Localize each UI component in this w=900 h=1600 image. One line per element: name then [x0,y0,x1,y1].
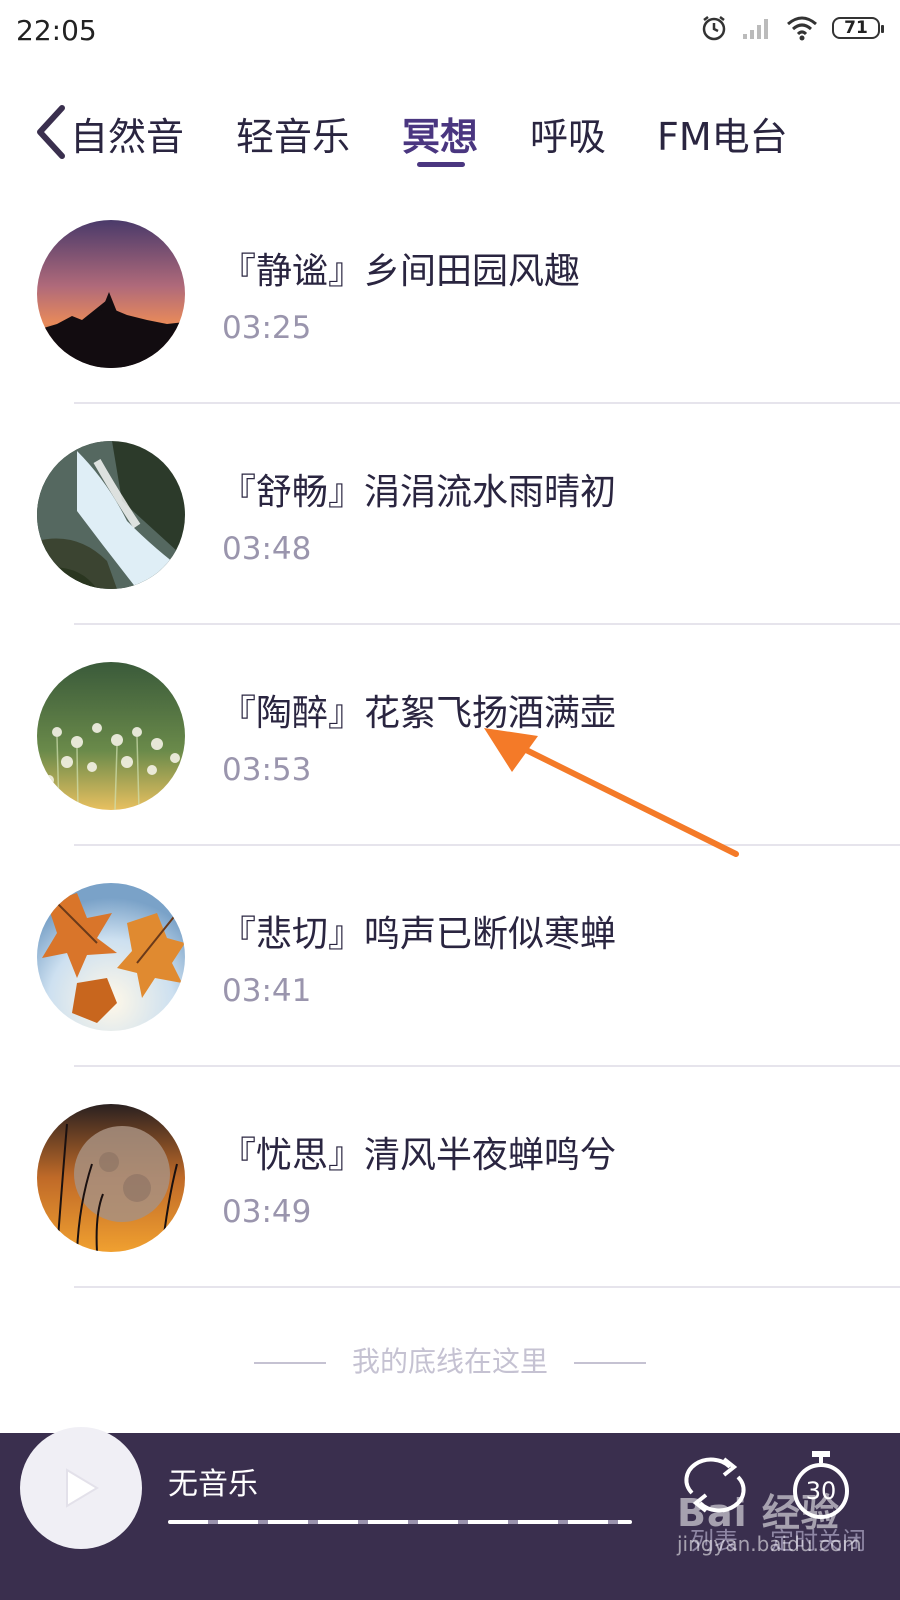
end-of-list-text: 我的底线在这里 [351,1345,548,1378]
track-duration: 03:53 [222,752,312,788]
track-cover-image [37,1104,185,1252]
track-cover-image [37,662,185,810]
signal-icon [743,19,768,39]
divider [74,1286,900,1288]
track-title: 『舒畅』涓涓流水雨晴初 [220,472,617,513]
end-divider-left [253,1362,326,1364]
category-tabs: 自然音 轻音乐 冥想 呼吸 FM电台 [0,92,900,182]
track-title: 『静谧』乡间田园风趣 [220,251,581,292]
tab-light-music[interactable]: 轻音乐 [236,106,350,161]
active-tab-indicator [417,162,465,167]
track-item[interactable]: 『忧思』清风半夜蝉鸣兮 03:49 [0,1104,900,1325]
chevron-left-icon[interactable] [32,104,72,160]
track-cover-image [37,220,185,368]
tab-breathing[interactable]: 呼吸 [530,106,606,161]
play-icon [66,1468,99,1508]
battery-icon: 71 [832,17,884,39]
play-button[interactable] [20,1427,142,1549]
wifi-icon [787,16,817,41]
alarm-icon [702,16,726,41]
annotation-arrow-icon [484,728,739,857]
watermark-url: jingyan.baidu.com [677,1532,862,1556]
track-cover-image [37,441,185,589]
watermark-logo: Bai 经验 [677,1491,840,1535]
track-duration: 03:25 [222,310,312,346]
track-duration: 03:49 [222,1194,312,1230]
tab-meditation[interactable]: 冥想 [402,106,478,161]
track-cover-image [37,883,185,1031]
divider [74,1065,900,1067]
track-duration: 03:48 [222,531,312,567]
status-icons: 71 [700,14,884,42]
track-item[interactable]: 『陶醉』花絮飞扬酒满壶 03:53 [0,662,900,883]
status-bar: 22:05 71 [0,0,900,64]
track-title: 『忧思』清风半夜蝉鸣兮 [220,1135,617,1176]
track-item[interactable]: 『悲切』鸣声已断似寒蝉 03:41 [0,883,900,1104]
end-divider-right [574,1362,646,1364]
tab-nature-sounds[interactable]: 自然音 [70,106,184,161]
tab-fm-radio[interactable]: FM电台 [657,106,788,161]
playback-progress[interactable] [168,1520,632,1524]
divider [74,623,900,625]
now-playing-title: 无音乐 [168,1467,258,1502]
baidu-watermark: Bai 经验 jingyan.baidu.com [675,1480,900,1600]
track-item[interactable]: 『静谧』乡间田园风趣 03:25 [0,220,900,441]
status-time: 22:05 [16,14,97,47]
divider [74,402,900,404]
track-title: 『悲切』鸣声已断似寒蝉 [220,914,617,955]
track-list: 『静谧』乡间田园风趣 03:25 『舒畅』涓涓流水雨晴初 03:48 『陶醉』花… [0,220,900,1325]
end-of-list: 我的底线在这里 [0,1340,900,1380]
track-item[interactable]: 『舒畅』涓涓流水雨晴初 03:48 [0,441,900,662]
track-duration: 03:41 [222,973,312,1009]
